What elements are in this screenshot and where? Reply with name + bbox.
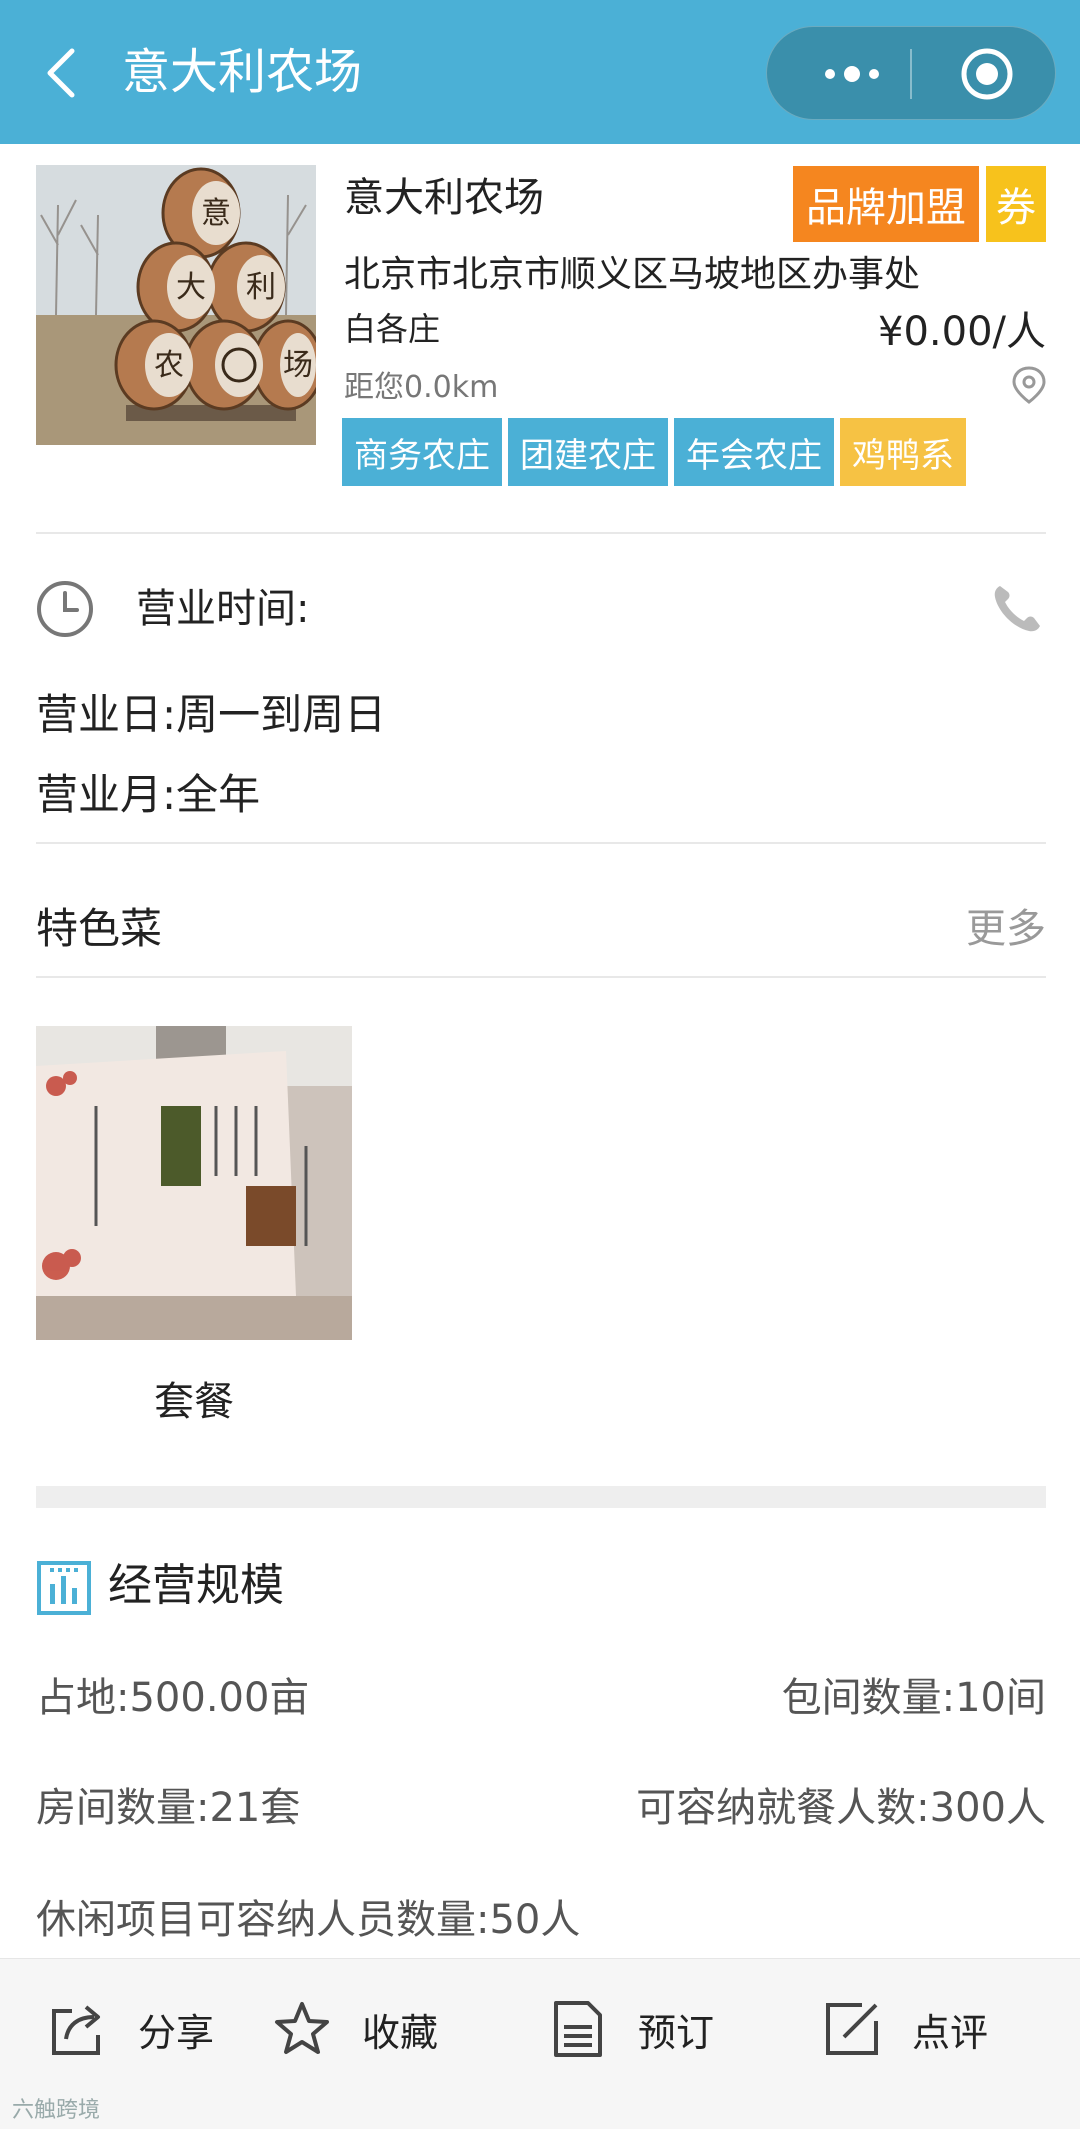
business-hours-title: 营业时间: xyxy=(136,586,310,632)
location-pin-button[interactable] xyxy=(1011,365,1047,405)
back-button[interactable] xyxy=(36,38,86,108)
farm-address: 北京市北京市顺义区马坡地区办事处 xyxy=(344,254,921,295)
stat-dining-capacity: 可容纳就餐人数:300人 xyxy=(636,1785,1046,1831)
document-icon xyxy=(554,2001,602,2057)
favorite-label: 收藏 xyxy=(362,2010,439,2055)
book-label: 预订 xyxy=(638,2010,715,2055)
page-title: 意大利农场 xyxy=(122,44,363,100)
dish-name: 套餐 xyxy=(154,1379,234,1425)
sign-char: 场 xyxy=(283,348,313,383)
farm-name: 意大利农场 xyxy=(344,175,544,221)
section-divider xyxy=(36,1486,1046,1508)
stat-rooms: 房间数量:21套 xyxy=(36,1785,301,1831)
tag-list: 商务农庄 团建农庄 年会农庄 鸡鸭系 xyxy=(342,418,966,486)
watermark-text: 六触跨境 xyxy=(12,2098,101,2123)
stat-leisure-capacity: 休闲项目可容纳人员数量:50人 xyxy=(36,1897,581,1943)
review-button[interactable]: 点评 xyxy=(822,1959,988,2099)
bottom-action-bar: 分享 收藏 预订 点评 xyxy=(0,1958,1080,2129)
edit-icon xyxy=(826,2003,878,2055)
business-days: 营业日:周一到周日 xyxy=(36,690,387,739)
review-label: 点评 xyxy=(912,2010,989,2055)
sign-char: 大 xyxy=(176,270,206,305)
coupon-badge[interactable]: 券 xyxy=(986,166,1046,242)
more-dots-icon xyxy=(825,66,879,82)
tag-item[interactable]: 年会农庄 xyxy=(674,418,834,486)
capsule-divider xyxy=(910,49,912,99)
divider xyxy=(36,842,1046,844)
menu-photo-illustration xyxy=(36,1026,352,1340)
sign-char: 意 xyxy=(201,196,231,231)
tag-item[interactable]: 团建农庄 xyxy=(508,418,668,486)
target-close-icon xyxy=(961,48,1013,100)
clock-icon xyxy=(36,580,94,638)
share-label: 分享 xyxy=(138,2010,215,2055)
business-months: 营业月:全年 xyxy=(36,770,261,819)
business-scale-title: 经营规模 xyxy=(108,1560,284,1611)
share-button[interactable]: 分享 xyxy=(48,1959,214,2099)
bar-chart-icon xyxy=(36,1560,92,1616)
distance-text: 距您0.0km xyxy=(344,370,499,405)
tag-item[interactable]: 鸡鸭系 xyxy=(840,418,966,486)
share-icon xyxy=(52,2005,100,2055)
farm-photo[interactable]: 意 大 利 农 场 xyxy=(36,165,316,445)
price-per-person: ¥0.00/人 xyxy=(878,309,1046,355)
brand-franchise-badge[interactable]: 品牌加盟 xyxy=(793,166,979,242)
stat-area: 占地:500.00亩 xyxy=(36,1675,310,1721)
sign-char: 利 xyxy=(246,270,276,305)
dish-photo[interactable] xyxy=(36,1026,352,1340)
chevron-left-icon xyxy=(47,48,75,98)
mini-program-capsule xyxy=(766,26,1056,120)
favorite-button[interactable]: 收藏 xyxy=(272,1959,438,2099)
specialty-dishes-title: 特色菜 xyxy=(36,904,163,953)
call-button[interactable] xyxy=(990,580,1046,636)
nav-header: 意大利农场 xyxy=(0,0,1080,144)
tag-item[interactable]: 商务农庄 xyxy=(342,418,502,486)
farm-address-line2: 白各庄 xyxy=(344,310,441,348)
star-icon xyxy=(275,2002,329,2054)
close-mini-program-button[interactable] xyxy=(917,27,1057,121)
stat-private-rooms: 包间数量:10间 xyxy=(781,1675,1046,1721)
location-pin-icon xyxy=(1012,366,1046,404)
divider xyxy=(36,976,1046,978)
more-link[interactable]: 更多 xyxy=(966,900,1046,958)
more-button[interactable] xyxy=(797,27,907,121)
book-button[interactable]: 预订 xyxy=(548,1959,714,2099)
phone-icon xyxy=(994,586,1040,632)
divider xyxy=(36,532,1046,534)
farm-sign-illustration: 意 大 利 农 场 xyxy=(36,165,316,445)
sign-char: 农 xyxy=(154,348,184,383)
